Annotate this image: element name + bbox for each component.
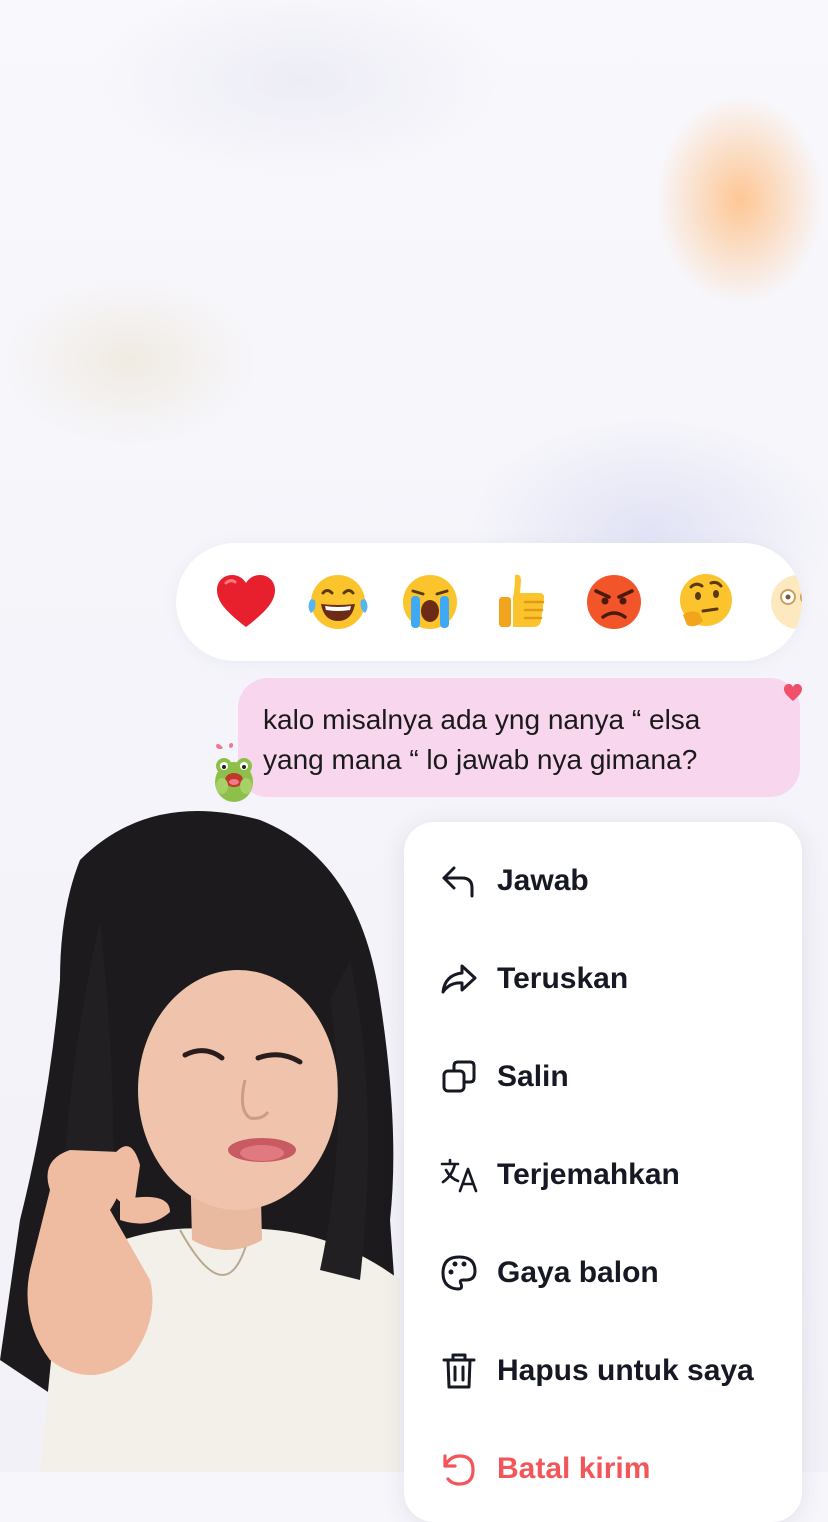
palette-icon — [441, 1255, 477, 1291]
translate-icon — [440, 1158, 478, 1193]
reaction-bar — [176, 543, 802, 661]
angry-face-emoji[interactable] — [581, 569, 647, 635]
menu-item-reply[interactable]: Jawab — [404, 829, 802, 927]
menu-item-label: Terjemahkan — [497, 1158, 680, 1191]
menu-item-label: Gaya balon — [497, 1256, 659, 1289]
message-text-line-1: kalo misalnya ada yng nanya “ elsa — [263, 704, 701, 735]
message-context-menu: Jawab Teruskan Salin Terjemahkan Gaya ba… — [404, 822, 802, 1522]
menu-item-unsend[interactable]: Batal kirim — [404, 1417, 802, 1515]
loudly-crying-emoji[interactable] — [397, 569, 463, 635]
menu-item-label: Batal kirim — [497, 1452, 651, 1485]
thinking-face-emoji[interactable] — [673, 569, 739, 635]
menu-item-label: Hapus untuk saya — [497, 1354, 754, 1387]
menu-item-bubble-style[interactable]: Gaya balon — [404, 1221, 802, 1319]
person-photo — [0, 811, 400, 1472]
menu-item-label: Teruskan — [497, 962, 629, 995]
forward-icon — [441, 964, 477, 994]
frog-sticker-avatar[interactable] — [209, 740, 259, 806]
liked-heart-icon — [784, 684, 802, 701]
menu-item-forward[interactable]: Teruskan — [404, 927, 802, 1025]
message-bubble[interactable]: kalo misalnya ada yng nanya “ elsa yang … — [238, 678, 800, 797]
reply-icon — [442, 866, 474, 898]
red-heart-emoji[interactable] — [213, 569, 279, 635]
menu-item-copy[interactable]: Salin — [404, 1025, 802, 1123]
copy-icon — [442, 1060, 476, 1093]
trash-icon — [442, 1353, 476, 1389]
tears-of-joy-emoji[interactable] — [305, 569, 371, 635]
menu-item-delete-for-me[interactable]: Hapus untuk saya — [404, 1319, 802, 1417]
message-text-line-2: yang mana “ lo jawab nya gimana? — [263, 744, 698, 775]
menu-item-translate[interactable]: Terjemahkan — [404, 1123, 802, 1221]
astonished-face-emoji[interactable] — [765, 569, 802, 635]
undo-icon — [443, 1454, 475, 1486]
thumbs-up-emoji[interactable] — [489, 569, 555, 635]
menu-item-label: Salin — [497, 1060, 569, 1093]
menu-item-label: Jawab — [497, 864, 589, 897]
